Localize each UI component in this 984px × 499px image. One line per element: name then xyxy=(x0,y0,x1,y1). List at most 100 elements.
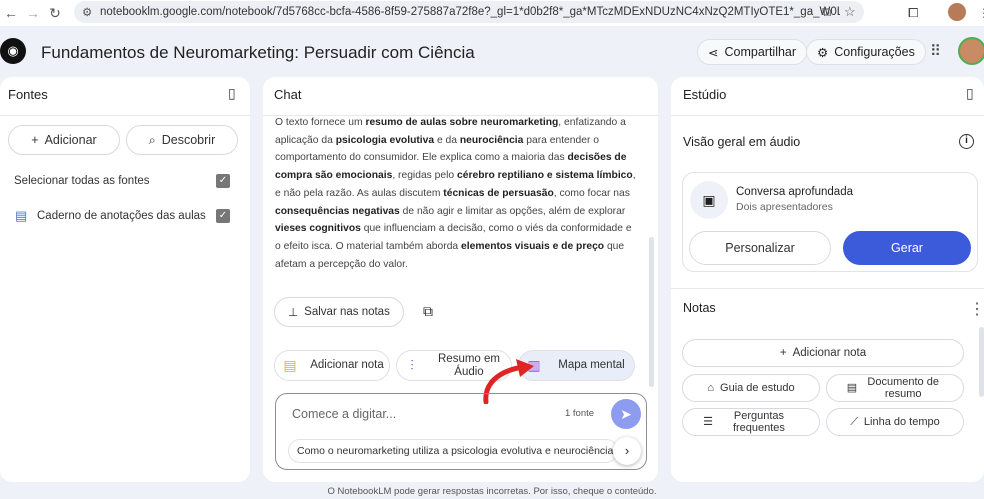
send-button[interactable]: ➤ xyxy=(611,399,641,429)
select-all-checkbox[interactable]: ✓ xyxy=(216,174,230,188)
notebooklm-logo-icon[interactable]: ◉ xyxy=(0,38,26,64)
divider xyxy=(671,115,984,116)
add-source-button[interactable]: + Adicionar xyxy=(8,125,120,155)
share-icon: ⋖ xyxy=(708,45,719,60)
summary-document-button[interactable]: ▤ Documento de resumo xyxy=(826,374,964,402)
timeline-button[interactable]: ⟋ Linha do tempo xyxy=(826,408,964,436)
add-note-chip[interactable]: ▤ Adicionar nota xyxy=(274,350,390,381)
text-segment: de não agir e limitar as opções, além de… xyxy=(399,205,626,217)
customize-button[interactable]: Personalizar xyxy=(689,231,831,265)
chat-title: Chat xyxy=(274,87,302,102)
copy-icon[interactable]: ⧉ xyxy=(423,303,433,320)
tool-label: Perguntas frequentes xyxy=(732,410,785,434)
customize-label: Personalizar xyxy=(725,241,795,255)
collapse-panel-icon[interactable]: ▯ xyxy=(228,85,236,102)
save-note-label: Salvar nas notas xyxy=(304,306,390,318)
chip-label: Adicionar nota xyxy=(310,359,384,371)
tool-label: Documento de resumo xyxy=(867,376,939,400)
bold-text: cérebro reptiliano e sistema límbico xyxy=(457,170,633,182)
site-info-icon[interactable]: ⚙ xyxy=(82,5,92,19)
pin-icon: ⊥ xyxy=(288,307,299,319)
discover-icon: ⌕ xyxy=(148,132,156,147)
studio-scrollbar[interactable] xyxy=(979,327,984,397)
add-note-button[interactable]: + Adicionar nota xyxy=(682,339,964,367)
share-button[interactable]: ⋖ Compartilhar xyxy=(697,39,808,65)
source-label: Caderno de anotações das aulas xyxy=(37,210,206,222)
source-checkbox[interactable]: ✓ xyxy=(216,209,230,223)
notebook-title[interactable]: Fundamentos de Neuromarketing: Persuadir… xyxy=(41,43,475,63)
audio-wave-icon: ⫶ xyxy=(410,357,414,373)
chat-scrollbar[interactable] xyxy=(649,237,654,387)
plus-icon: + xyxy=(779,347,787,359)
account-avatar[interactable] xyxy=(958,37,984,65)
more-options-icon[interactable]: ⋮ xyxy=(969,299,984,319)
speaker-icon: ▣ xyxy=(690,181,728,219)
install-icon[interactable]: ⧉ xyxy=(822,4,831,20)
sources-title: Fontes xyxy=(8,87,48,102)
audio-overview-title: Visão geral em áudio xyxy=(683,135,801,149)
info-icon[interactable]: i xyxy=(959,134,974,149)
note-icon: ▤ xyxy=(283,357,297,373)
chat-input[interactable]: Comece a digitar... xyxy=(292,407,396,421)
studio-title: Estúdio xyxy=(683,87,727,102)
collapse-panel-icon[interactable]: ▯ xyxy=(966,85,974,102)
bold-text: consequências negativas xyxy=(275,205,400,217)
study-guide-button[interactable]: ⌂ Guia de estudo xyxy=(682,374,820,402)
extensions-icon[interactable]: ⧠ xyxy=(908,5,918,21)
card-subtitle: Dois apresentadores xyxy=(736,201,833,213)
source-count: 1 fonte xyxy=(565,408,595,419)
generate-button[interactable]: Gerar xyxy=(843,231,971,265)
bold-text: psicologia evolutiva xyxy=(335,134,435,146)
back-icon[interactable]: ← xyxy=(0,5,22,21)
forward-icon[interactable]: → xyxy=(22,5,44,21)
text-segment: , regidas pelo xyxy=(392,170,458,182)
generate-label: Gerar xyxy=(891,241,923,255)
next-suggestion-button[interactable]: › xyxy=(613,437,641,465)
tool-label: Linha do tempo xyxy=(863,416,940,428)
add-label: Adicionar xyxy=(44,133,97,147)
card-title: Conversa aprofundada xyxy=(736,186,853,198)
graduation-cap-icon: ⌂ xyxy=(707,382,715,394)
discover-button[interactable]: ⌕ Descobrir xyxy=(126,125,238,155)
document-icon: ▤ xyxy=(15,208,28,223)
bold-text: resumo de aulas sobre neuromarketing xyxy=(365,117,559,128)
gear-icon: ⚙ xyxy=(817,45,829,60)
chat-response: O texto fornece um resumo de aulas sobre… xyxy=(275,114,637,273)
browser-menu-icon[interactable]: ⋮ xyxy=(978,6,984,20)
plus-icon: + xyxy=(31,133,39,147)
text-segment: , como focar nas xyxy=(553,187,630,199)
profile-avatar[interactable] xyxy=(948,3,966,21)
url-text: notebooklm.google.com/notebook/7d5768cc-… xyxy=(100,6,840,18)
faq-icon: ☰ xyxy=(703,416,713,428)
bold-text: vieses cognitivos xyxy=(275,223,361,235)
divider xyxy=(671,288,984,289)
text-segment: O texto fornece um xyxy=(275,117,366,128)
disclaimer-footer: O NotebookLM pode gerar respostas incorr… xyxy=(327,486,657,497)
bold-text: técnicas de persuasão xyxy=(443,187,554,199)
save-to-notes-button[interactable]: ⊥ Salvar nas notas xyxy=(274,297,404,327)
reload-icon[interactable]: ↻ xyxy=(44,5,66,22)
text-segment: e da xyxy=(434,134,460,146)
notes-title: Notas xyxy=(683,301,716,315)
audio-overview-card: ▣ Conversa aprofundada Dois apresentador… xyxy=(682,172,978,272)
app-header: ◉ Fundamentos de Neuromarketing: Persuad… xyxy=(0,28,984,76)
bold-text: elementos visuais e de preço xyxy=(461,240,605,252)
suggested-question[interactable]: Como o neuromarketing utiliza a psicolog… xyxy=(288,439,618,463)
chat-input-box: Comece a digitar... 1 fonte ➤ Como o neu… xyxy=(275,393,647,470)
add-note-label: Adicionar nota xyxy=(792,347,867,359)
studio-panel: Estúdio ▯ Visão geral em áudio i ▣ Conve… xyxy=(671,77,984,482)
bookmark-star-icon[interactable]: ☆ xyxy=(844,4,856,20)
settings-button[interactable]: ⚙ Configurações xyxy=(806,39,926,65)
address-bar[interactable]: ⚙ notebooklm.google.com/notebook/7d5768c… xyxy=(74,1,864,23)
faq-button[interactable]: ☰ Perguntas frequentes xyxy=(682,408,820,436)
sources-panel: Fontes ▯ + Adicionar ⌕ Descobrir Seleciona… xyxy=(0,77,250,482)
browser-toolbar: ← → ↻ ⚙ notebooklm.google.com/notebook/7… xyxy=(0,0,984,26)
settings-label: Configurações xyxy=(834,45,915,59)
tool-label: Guia de estudo xyxy=(720,382,795,394)
apps-grid-icon[interactable]: ⠿ xyxy=(930,42,941,60)
chip-label: Mapa mental xyxy=(558,359,625,371)
discover-label: Descobrir xyxy=(161,133,216,147)
timeline-icon: ⟋ xyxy=(850,415,858,428)
share-label: Compartilhar xyxy=(724,45,797,59)
document-icon: ▤ xyxy=(846,382,858,394)
